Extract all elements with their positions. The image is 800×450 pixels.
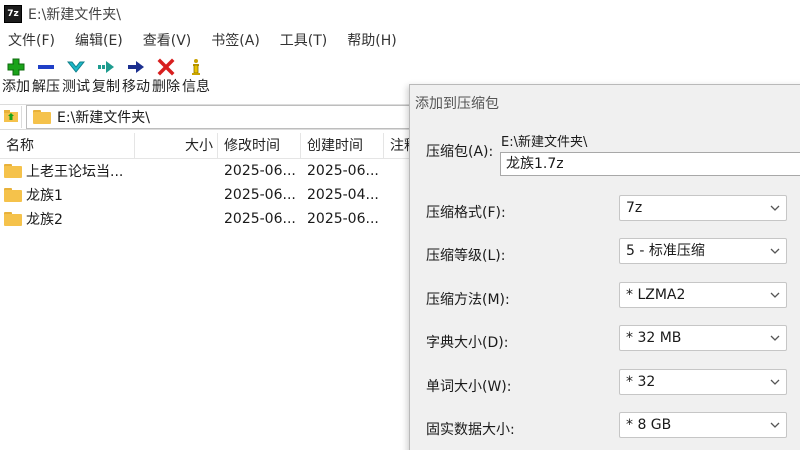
file-list: 上老王论坛当... 2025-06... 2025-06... 龙族1 2025… — [0, 159, 410, 231]
dialog-title: 添加到压缩包 — [415, 96, 499, 112]
menu-bookmarks[interactable]: 书签(A) — [201, 28, 270, 54]
chevron-down-icon — [770, 205, 780, 211]
file-list-header: 名称 大小 修改时间 创建时间 注释 — [0, 132, 410, 159]
level-label: 压缩等级(L): — [426, 248, 506, 264]
delete-icon — [156, 57, 176, 77]
add-icon — [6, 57, 26, 77]
info-label: 信息 — [182, 79, 210, 95]
info-button[interactable]: 信息 — [182, 55, 210, 101]
format-label: 压缩格式(F): — [426, 205, 506, 221]
archive-label: 压缩包(A): — [426, 144, 494, 160]
column-created[interactable]: 创建时间 — [301, 132, 384, 159]
dictionary-label: 字典大小(D): — [426, 335, 509, 351]
add-label: 添加 — [2, 79, 30, 95]
file-name-cell: 龙族2 — [0, 209, 135, 229]
delete-button[interactable]: 删除 — [152, 55, 180, 101]
solid-size-label: 固实数据大小: — [426, 422, 515, 438]
archive-path: E:\新建文件夹\ — [501, 135, 588, 150]
app-7zip-icon: 7z — [4, 5, 22, 23]
copy-button[interactable]: 复制 — [92, 55, 120, 101]
toolbar: 添加 解压 测试 复制 移动 删除 信息 — [0, 55, 410, 101]
menu-view[interactable]: 查看(V) — [133, 28, 202, 54]
file-name: 上老王论坛当... — [26, 164, 124, 180]
up-folder-button[interactable] — [0, 106, 22, 128]
file-created: 2025-06... — [307, 163, 379, 179]
format-select[interactable]: 7z — [619, 195, 787, 221]
delete-label: 删除 — [152, 79, 180, 95]
test-icon — [66, 57, 86, 77]
folder-icon — [4, 188, 22, 202]
file-created: 2025-06... — [307, 211, 379, 227]
folder-up-icon — [3, 107, 19, 127]
level-select[interactable]: 5 - 标准压缩 — [619, 238, 787, 264]
menu-tools[interactable]: 工具(T) — [270, 28, 337, 54]
move-icon — [126, 57, 146, 77]
folder-icon — [4, 212, 22, 226]
extract-label: 解压 — [32, 79, 60, 95]
test-label: 测试 — [62, 79, 90, 95]
info-icon — [186, 57, 206, 77]
file-name: 龙族1 — [26, 188, 63, 204]
file-name: 龙族2 — [26, 212, 63, 228]
format-value: 7z — [626, 200, 643, 216]
menu-bar: 文件(F) 编辑(E) 查看(V) 书签(A) 工具(T) 帮助(H) — [0, 28, 800, 54]
menu-edit[interactable]: 编辑(E) — [65, 28, 133, 54]
copy-icon — [96, 57, 116, 77]
table-row[interactable]: 上老王论坛当... 2025-06... 2025-06... — [0, 159, 410, 183]
address-path: E:\新建文件夹\ — [57, 110, 150, 126]
test-button[interactable]: 测试 — [62, 55, 90, 101]
file-modified: 2025-06... — [224, 211, 296, 227]
address-input[interactable]: E:\新建文件夹\ — [26, 105, 410, 129]
add-to-archive-dialog: 添加到压缩包 压缩包(A): E:\新建文件夹\ 龙族1.7z 压缩格式(F):… — [409, 84, 800, 450]
copy-label: 复制 — [92, 79, 120, 95]
extract-icon — [36, 57, 56, 77]
chevron-down-icon — [770, 379, 780, 385]
archive-name-input[interactable]: 龙族1.7z — [500, 152, 800, 176]
file-name-cell: 上老王论坛当... — [0, 161, 135, 181]
file-name-cell: 龙族1 — [0, 185, 135, 205]
window-title: E:\新建文件夹\ — [28, 7, 121, 23]
chevron-down-icon — [770, 292, 780, 298]
solid-size-value: * 8 GB — [626, 417, 672, 433]
menu-help[interactable]: 帮助(H) — [337, 28, 406, 54]
word-size-select[interactable]: * 32 — [619, 369, 787, 395]
file-modified: 2025-06... — [224, 187, 296, 203]
word-size-label: 单词大小(W): — [426, 379, 512, 395]
chevron-down-icon — [770, 422, 780, 428]
method-select[interactable]: * LZMA2 — [619, 282, 787, 308]
add-button[interactable]: 添加 — [2, 55, 30, 101]
dictionary-select[interactable]: * 32 MB — [619, 325, 787, 351]
title-bar: 7z E:\新建文件夹\ — [0, 0, 800, 28]
menu-file[interactable]: 文件(F) — [0, 28, 65, 54]
word-size-value: * 32 — [626, 374, 656, 390]
folder-icon — [33, 110, 51, 124]
table-row[interactable]: 龙族1 2025-06... 2025-04... — [0, 183, 410, 207]
file-created: 2025-04... — [307, 187, 379, 203]
method-value: * LZMA2 — [626, 287, 686, 303]
level-value: 5 - 标准压缩 — [626, 243, 705, 259]
chevron-down-icon — [770, 335, 780, 341]
address-bar: E:\新建文件夹\ — [0, 104, 410, 130]
move-button[interactable]: 移动 — [122, 55, 150, 101]
file-modified: 2025-06... — [224, 163, 296, 179]
column-comment[interactable]: 注释 — [384, 133, 410, 159]
solid-size-select[interactable]: * 8 GB — [619, 412, 787, 438]
column-name[interactable]: 名称 — [0, 132, 135, 159]
extract-button[interactable]: 解压 — [32, 55, 60, 101]
move-label: 移动 — [122, 79, 150, 95]
method-label: 压缩方法(M): — [426, 292, 510, 308]
column-size[interactable]: 大小 — [135, 132, 218, 159]
table-row[interactable]: 龙族2 2025-06... 2025-06... — [0, 207, 410, 231]
folder-icon — [4, 164, 22, 178]
column-modified[interactable]: 修改时间 — [218, 132, 301, 159]
chevron-down-icon — [770, 248, 780, 254]
dictionary-value: * 32 MB — [626, 330, 682, 346]
